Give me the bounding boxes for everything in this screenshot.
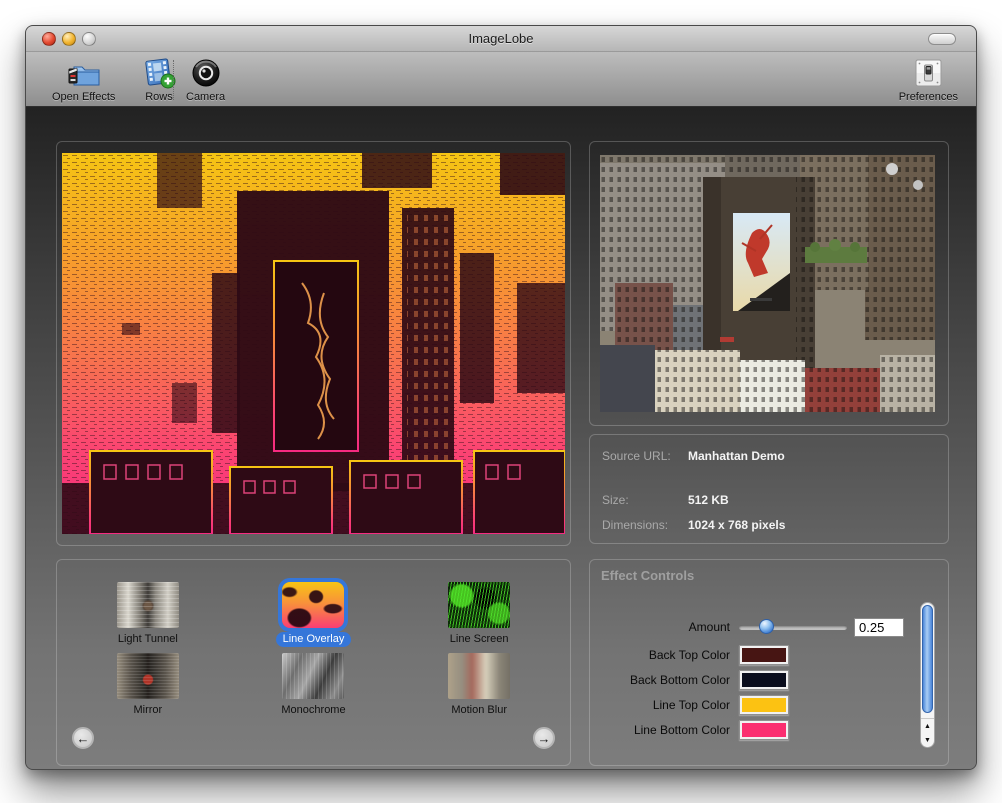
right-arrow-icon: →: [538, 732, 551, 745]
effect-item-line-screen[interactable]: Line Screen: [443, 582, 516, 647]
toolbar-separator: [173, 60, 174, 100]
image-info-panel: Source URL: Manhattan Demo Size: 512 KB …: [589, 434, 949, 544]
line-top-color-label: Line Top Color: [598, 698, 730, 712]
effect-label: Line Overlay: [276, 632, 352, 647]
camera-icon: [190, 56, 222, 89]
amount-slider[interactable]: [739, 619, 847, 635]
effect-controls-title: Effect Controls: [601, 568, 694, 583]
preview-panel: [56, 141, 571, 546]
source-url-value: Manhattan Demo: [688, 449, 785, 463]
effect-thumbnail-motion-blur[interactable]: [448, 653, 510, 699]
effect-label: Line Screen: [443, 632, 516, 647]
previous-effects-button[interactable]: ←: [72, 727, 94, 749]
camera-label: Camera: [186, 91, 225, 103]
effect-item-mirror[interactable]: Mirror: [117, 653, 179, 718]
effect-label: Motion Blur: [444, 703, 514, 718]
line-top-color-well[interactable]: [739, 695, 789, 715]
rows-button[interactable]: Rows: [142, 56, 176, 103]
source-image-panel: [589, 141, 949, 426]
line-bottom-color-chip: [742, 723, 786, 737]
window-title: ImageLobe: [26, 31, 976, 46]
content-area: Source URL: Manhattan Demo Size: 512 KB …: [26, 107, 976, 769]
title-bar[interactable]: ImageLobe: [26, 26, 976, 52]
back-bottom-color-label: Back Bottom Color: [598, 673, 730, 687]
scroll-up-icon: ▲: [924, 723, 931, 730]
open-effects-button[interactable]: Open Effects: [52, 56, 115, 103]
controls-scrollbar[interactable]: ▲ ▼: [920, 602, 935, 748]
amount-input[interactable]: [854, 618, 904, 637]
slider-track[interactable]: [739, 625, 847, 630]
back-bottom-color-chip: [742, 673, 786, 687]
effect-thumbnail-line-screen[interactable]: [448, 582, 510, 628]
source-url-label: Source URL:: [602, 449, 688, 463]
effect-item-monochrome[interactable]: Monochrome: [274, 653, 352, 718]
next-effects-button[interactable]: →: [533, 727, 555, 749]
open-effects-label: Open Effects: [52, 91, 115, 103]
preferences-label: Preferences: [899, 91, 958, 103]
toolbar-toggle-button[interactable]: [928, 33, 956, 45]
line-top-color-chip: [742, 698, 786, 712]
size-label: Size:: [602, 493, 688, 507]
toolbar: Open Effects: [26, 52, 976, 107]
back-top-color-chip: [742, 648, 786, 662]
effect-controls-panel: Effect Controls Amount Back Top Color: [589, 559, 949, 766]
effect-label: Mirror: [126, 703, 169, 718]
line-bottom-color-label: Line Bottom Color: [598, 723, 730, 737]
effect-preview-image: [62, 153, 565, 534]
effect-item-light-tunnel[interactable]: Light Tunnel: [111, 582, 185, 647]
open-effects-folder-icon: [66, 56, 102, 89]
back-bottom-color-well[interactable]: [739, 670, 789, 690]
scrollbar-thumb[interactable]: [922, 605, 933, 713]
app-window: ImageLobe Open Effects: [25, 25, 977, 770]
scroll-up-button[interactable]: ▲: [921, 719, 934, 733]
line-bottom-color-well[interactable]: [739, 720, 789, 740]
effect-thumbnail-mirror[interactable]: [117, 653, 179, 699]
effect-label: Monochrome: [274, 703, 352, 718]
effect-thumbnail-monochrome[interactable]: [282, 653, 344, 699]
slider-thumb[interactable]: [759, 619, 774, 634]
left-arrow-icon: ←: [77, 732, 90, 745]
preferences-button[interactable]: Preferences: [899, 56, 958, 103]
size-value: 512 KB: [688, 493, 729, 507]
effect-thumbnail-line-overlay[interactable]: [282, 582, 344, 628]
source-image: [600, 155, 935, 412]
scroll-down-icon: ▼: [924, 737, 931, 744]
effects-browser-panel: Light Tunnel Line Overlay Line Screen Mi…: [56, 559, 571, 766]
preferences-switch-icon: [913, 56, 943, 89]
scroll-down-button[interactable]: ▼: [921, 733, 934, 747]
back-top-color-well[interactable]: [739, 645, 789, 665]
effect-item-motion-blur[interactable]: Motion Blur: [444, 653, 514, 718]
effect-thumbnail-light-tunnel[interactable]: [117, 582, 179, 628]
amount-label: Amount: [598, 620, 730, 634]
camera-button[interactable]: Camera: [186, 56, 225, 103]
dimensions-value: 1024 x 768 pixels: [688, 518, 785, 532]
dimensions-label: Dimensions:: [602, 518, 688, 532]
back-top-color-label: Back Top Color: [598, 648, 730, 662]
rows-label: Rows: [145, 91, 173, 103]
rows-filmstrip-icon: [142, 56, 176, 89]
effect-label: Light Tunnel: [111, 632, 185, 647]
effect-item-line-overlay[interactable]: Line Overlay: [276, 582, 352, 647]
